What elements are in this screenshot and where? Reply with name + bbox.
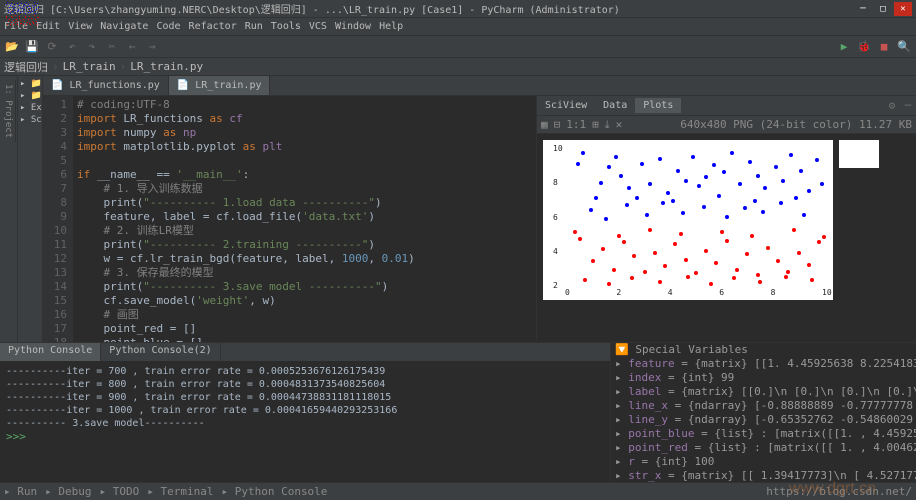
zoom-fit-icon[interactable]: 1:1 [566, 118, 586, 131]
variable-row[interactable]: ▸ line_y = {ndarray} [-0.65352762 -0.548… [611, 413, 916, 427]
sciview-tab-sciview[interactable]: SciView [537, 98, 595, 113]
variable-row[interactable]: ▸ point_blue = {list} : [matrix([[1. , 4… [611, 427, 916, 441]
minimize-button[interactable]: ─ [854, 2, 872, 16]
status-todo[interactable]: ▸ TODO [99, 485, 139, 498]
debug-icon[interactable]: 🐞 [856, 39, 872, 55]
menu-run[interactable]: Run [245, 21, 263, 32]
menu-refactor[interactable]: Refactor [189, 21, 237, 32]
export-icon[interactable]: ⤓ [605, 118, 610, 132]
zoom-out-icon[interactable]: ⊟ [554, 118, 561, 131]
menu-window[interactable]: Window [335, 21, 371, 32]
menu-code[interactable]: Code [156, 21, 180, 32]
statusbar: ▸ Run ▸ Debug ▸ TODO ▸ Terminal ▸ Python Con… [0, 482, 916, 500]
sciview-tabs: SciViewDataPlots ⚙ ─ [537, 96, 916, 116]
grid-icon[interactable]: ▦ [541, 118, 548, 131]
status-debug[interactable]: ▸ Debug [45, 485, 91, 498]
plot-canvas[interactable]: 0246810246810 [543, 140, 833, 300]
redo-icon[interactable]: ↷ [84, 39, 100, 55]
sciview-tab-plots[interactable]: Plots [635, 98, 681, 113]
variable-row[interactable]: ▸ feature = {matrix} [[1. 4.45925638 8.2… [611, 357, 916, 371]
toolbar: 📂 💾 ⟳ ↶ ↷ ✂ ← → ▶ 🐞 ■ 🔍 [0, 36, 916, 58]
menu-view[interactable]: View [68, 21, 92, 32]
gear-icon[interactable]: ⚙ [884, 98, 900, 114]
watermark: www.dgrt.cn [789, 480, 876, 498]
editor-tab[interactable]: 📄 LR_functions.py [43, 76, 169, 95]
delete-icon[interactable]: ✕ [616, 118, 623, 131]
status-run[interactable]: ▸ Run [4, 485, 37, 498]
search-icon[interactable]: 🔍 [896, 39, 912, 55]
zoom-in-icon[interactable]: ⊞ [592, 118, 599, 131]
menu-tools[interactable]: Tools [271, 21, 301, 32]
hide-icon[interactable]: ─ [900, 98, 916, 114]
status-python-console[interactable]: ▸ Python Console [221, 485, 327, 498]
menu-file[interactable]: File [4, 21, 28, 32]
sciview-tab-data[interactable]: Data [595, 98, 635, 113]
status-terminal[interactable]: ▸ Terminal [147, 485, 213, 498]
plot-toolbar: ▦ ⊟ 1:1 ⊞ ⤓ ✕ 640x480 PNG (24-bit color)… [537, 116, 916, 134]
run-icon[interactable]: ▶ [836, 39, 852, 55]
editor-tabs: 📄 LR_functions.py📄 LR_train.py [43, 76, 916, 96]
refresh-icon[interactable]: ⟳ [44, 39, 60, 55]
menubar: File Edit View Navigate Code Refactor Run Tools… [0, 18, 916, 36]
plot-thumbnail[interactable] [839, 140, 879, 168]
plot-info: 640x480 PNG (24-bit color) 11.27 KB [680, 118, 912, 131]
undo-icon[interactable]: ↶ [64, 39, 80, 55]
variable-row[interactable]: ▸ r = {int} 100 [611, 455, 916, 469]
variable-row[interactable]: ▸ label = {matrix} [[0.]\n [0.]\n [0.]\n… [611, 385, 916, 399]
breadcrumb: 逻辑回归 › LR_train › LR_train.py [0, 58, 916, 76]
menu-edit[interactable]: Edit [36, 21, 60, 32]
python-console[interactable]: Python ConsolePython Console(2) --------… [0, 343, 611, 482]
menu-vcs[interactable]: VCS [309, 21, 327, 32]
stop-icon[interactable]: ■ [876, 39, 892, 55]
menu-navigate[interactable]: Navigate [100, 21, 148, 32]
variables-panel[interactable]: 🔽 Special Variables▸ feature = {matrix} … [611, 343, 916, 482]
titlebar: 逻辑回归 [C:\Users\zhangyuming.NERC\Desktop\… [0, 0, 916, 18]
close-button[interactable]: ✕ [894, 2, 912, 16]
variable-row[interactable]: ▸ line_x = {ndarray} [-0.88888889 -0.777… [611, 399, 916, 413]
maximize-button[interactable]: □ [874, 2, 892, 16]
open-icon[interactable]: 📂 [4, 39, 20, 55]
console-tab[interactable]: Python Console [0, 343, 101, 361]
editor-tab[interactable]: 📄 LR_train.py [169, 76, 271, 95]
save-icon[interactable]: 💾 [24, 39, 40, 55]
variable-row[interactable]: ▸ index = {int} 99 [611, 371, 916, 385]
forward-icon[interactable]: → [144, 39, 160, 55]
back-icon[interactable]: ← [124, 39, 140, 55]
variable-row[interactable]: ▸ point_red = {list} : [matrix([[ 1. , 4… [611, 441, 916, 455]
window-title: 逻辑回归 [C:\Users\zhangyuming.NERC\Desktop\… [4, 1, 854, 16]
cut-icon[interactable]: ✂ [104, 39, 120, 55]
project-tab[interactable]: 1: Project [1, 80, 16, 142]
console-tab[interactable]: Python Console(2) [101, 343, 220, 361]
menu-help[interactable]: Help [379, 21, 403, 32]
